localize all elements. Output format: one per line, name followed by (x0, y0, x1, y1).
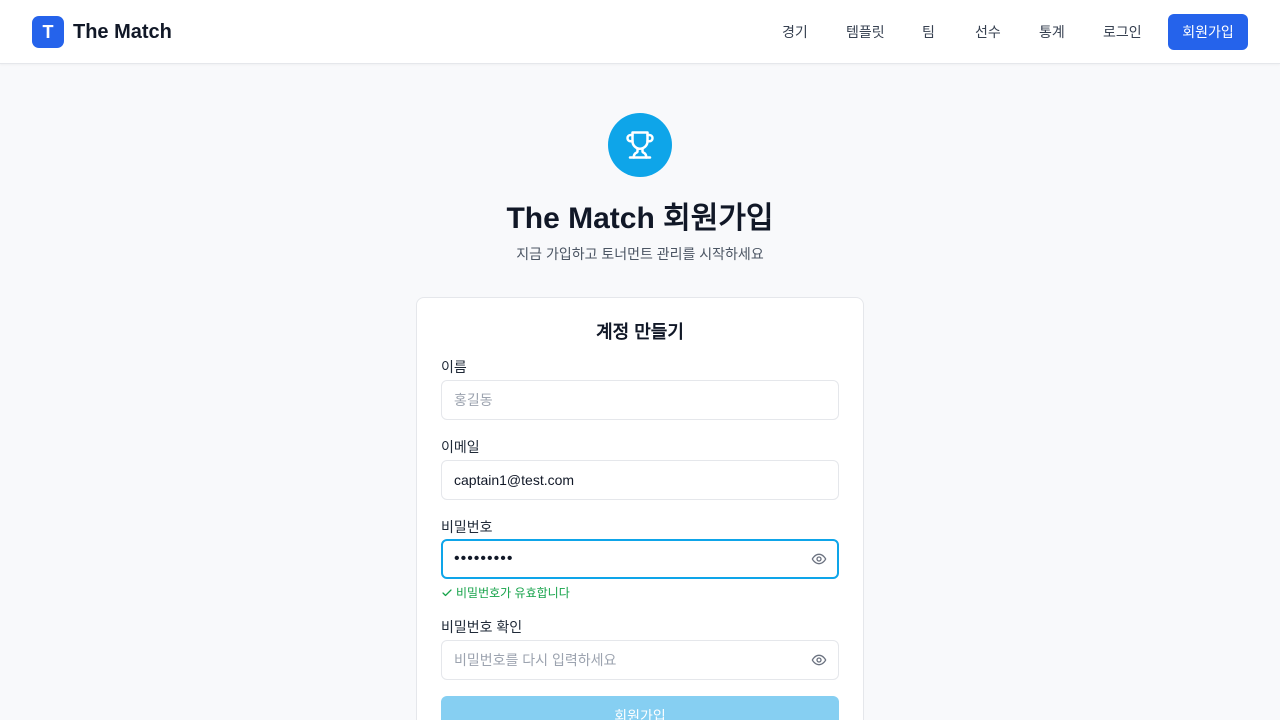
eye-icon[interactable] (810, 652, 828, 668)
top-navbar: T The Match 경기 템플릿 팀 선수 통계 로그인 회원가입 (0, 0, 1280, 64)
password-confirm-placeholder: 비밀번호를 다시 입력하세요 (454, 652, 617, 668)
card-title: 계정 만들기 (596, 322, 684, 342)
trophy-icon (626, 131, 654, 159)
nav-stats[interactable]: 통계 (1039, 14, 1065, 50)
eye-icon[interactable] (810, 551, 828, 567)
page-title: The Match 회원가입 (506, 202, 774, 235)
password-valid-text: 비밀번호가 유효합니다 (456, 586, 570, 600)
password-label: 비밀번호 (441, 519, 493, 535)
trophy-badge (608, 113, 672, 177)
name-input[interactable]: 홍길동 (441, 380, 839, 420)
email-label: 이메일 (441, 439, 480, 455)
password-confirm-input[interactable]: 비밀번호를 다시 입력하세요 (441, 640, 839, 680)
nav-matches[interactable]: 경기 (782, 14, 808, 50)
brand-link[interactable]: T The Match (32, 16, 172, 48)
password-input[interactable]: ••••••••• (441, 539, 839, 579)
nav-login[interactable]: 로그인 (1103, 14, 1142, 50)
nav-players[interactable]: 선수 (975, 14, 1001, 50)
password-valid-message: 비밀번호가 유효합니다 (441, 584, 570, 601)
name-placeholder: 홍길동 (454, 392, 493, 408)
email-input[interactable]: captain1@test.com (441, 460, 839, 500)
email-value: captain1@test.com (454, 472, 575, 488)
submit-signup-button[interactable]: 회원가입 (441, 696, 839, 720)
brand-logo: T (32, 16, 64, 48)
header-signup-button[interactable]: 회원가입 (1168, 14, 1248, 50)
signup-card: 계정 만들기 이름 홍길동 이메일 captain1@test.com 비밀번호… (416, 297, 864, 720)
check-icon (442, 588, 452, 596)
nav-teams[interactable]: 팀 (922, 14, 935, 50)
password-confirm-label: 비밀번호 확인 (441, 619, 523, 635)
brand-name: The Match (73, 20, 172, 43)
page-subtitle: 지금 가입하고 토너먼트 관리를 시작하세요 (516, 246, 764, 262)
name-label: 이름 (441, 359, 467, 375)
password-value: ••••••••• (454, 550, 514, 567)
nav-templates[interactable]: 템플릿 (846, 14, 885, 50)
